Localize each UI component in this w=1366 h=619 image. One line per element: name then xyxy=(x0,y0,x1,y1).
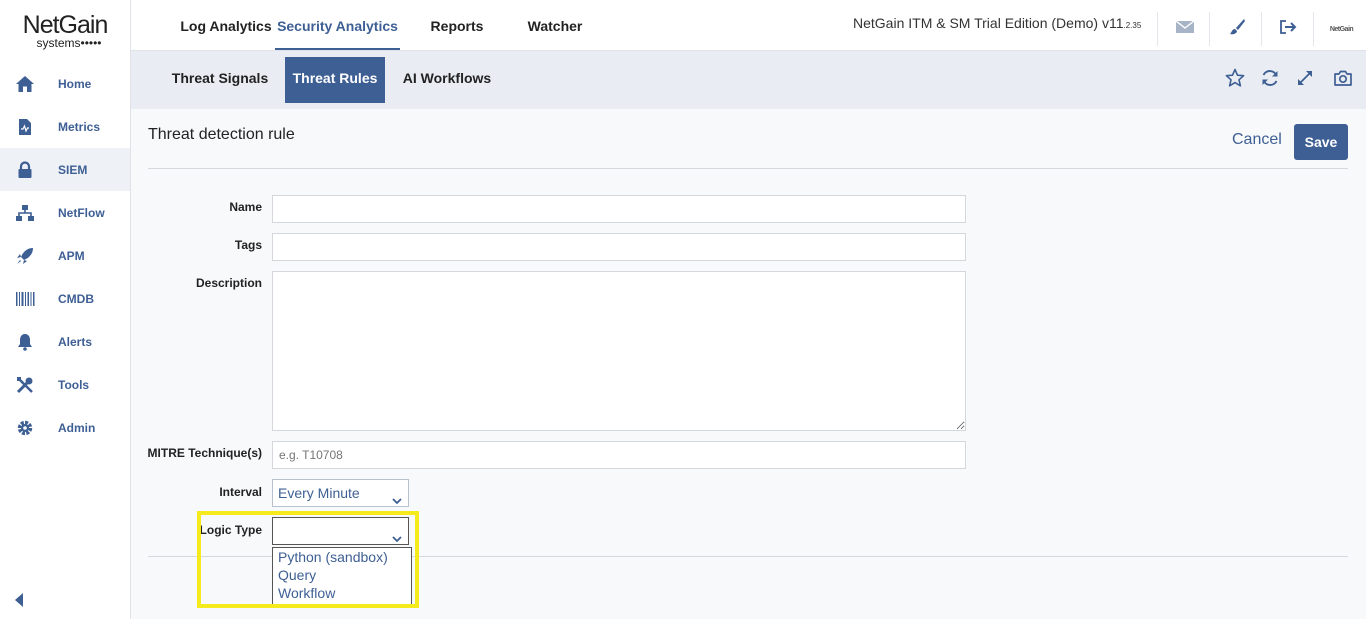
top-navigation: Log Analytics Security Analytics Reports… xyxy=(131,0,1366,51)
logout-icon xyxy=(1279,19,1299,40)
option-query[interactable]: Query xyxy=(273,566,411,584)
sidebar-item-alerts[interactable]: Alerts xyxy=(0,320,130,363)
save-button[interactable]: Save xyxy=(1294,124,1348,160)
tags-input[interactable] xyxy=(272,233,966,261)
home-icon xyxy=(15,74,35,94)
lock-icon xyxy=(15,160,35,180)
mail-button[interactable] xyxy=(1157,12,1211,46)
rocket-icon xyxy=(15,246,35,266)
sidebar-item-siem[interactable]: SIEM xyxy=(0,148,130,191)
refresh-icon xyxy=(1260,68,1280,93)
gear-icon xyxy=(15,418,35,438)
chevron-down-icon xyxy=(392,488,402,505)
collapse-sidebar-icon[interactable] xyxy=(14,593,24,607)
tab-threat-signals[interactable]: Threat Signals xyxy=(161,57,279,103)
logic-type-label: Logic Type xyxy=(199,523,262,537)
interval-value: Every Minute xyxy=(278,485,360,501)
camera-icon xyxy=(1333,69,1353,92)
netgain-logo[interactable]: NetGain systems••••• xyxy=(0,0,130,60)
user-avatar[interactable]: NetGain xyxy=(1313,12,1366,46)
tab-watcher[interactable]: Watcher xyxy=(521,0,589,50)
description-textarea[interactable] xyxy=(272,271,966,431)
interval-select[interactable]: Every Minute xyxy=(272,479,409,507)
sidebar-item-cmdb[interactable]: CMDB xyxy=(0,277,130,320)
cancel-button[interactable]: Cancel xyxy=(1232,131,1282,149)
sidebar-item-label: SIEM xyxy=(58,162,88,177)
logout-button[interactable] xyxy=(1261,12,1315,46)
refresh-button[interactable] xyxy=(1259,69,1281,91)
sidebar-item-label: CMDB xyxy=(58,291,94,306)
logo-main-text: NetGain xyxy=(22,11,109,39)
barcode-icon xyxy=(15,289,35,309)
name-input[interactable] xyxy=(272,195,966,223)
tab-ai-workflows[interactable]: AI Workflows xyxy=(397,57,497,103)
screenshot-button[interactable] xyxy=(1332,69,1354,91)
star-icon xyxy=(1225,68,1245,93)
name-label: Name xyxy=(229,200,262,214)
tags-label: Tags xyxy=(234,238,262,252)
metrics-icon xyxy=(15,117,35,137)
sidebar-item-home[interactable]: Home xyxy=(0,62,130,105)
logic-type-select[interactable] xyxy=(272,517,409,545)
favorite-button[interactable] xyxy=(1224,68,1246,93)
fullscreen-button[interactable] xyxy=(1294,69,1316,91)
bell-icon xyxy=(15,332,35,352)
sub-navigation: Threat Signals Threat Rules AI Workflows xyxy=(131,51,1366,109)
mail-icon xyxy=(1175,19,1195,39)
option-python-sandbox[interactable]: Python (sandbox) xyxy=(273,548,411,566)
sidebar-item-label: Home xyxy=(58,76,92,91)
description-label: Description xyxy=(195,276,262,290)
network-icon xyxy=(15,203,35,223)
sidebar-item-label: Alerts xyxy=(58,334,93,349)
tab-log-analytics[interactable]: Log Analytics xyxy=(161,0,291,50)
chevron-down-icon xyxy=(392,526,402,543)
edition-text: NetGain ITM & SM Trial Edition (Demo) v1… xyxy=(853,15,1124,31)
logic-type-dropdown: Python (sandbox) Query Workflow xyxy=(272,547,412,605)
paintbrush-icon xyxy=(1228,18,1246,41)
sidebar-item-netflow[interactable]: NetFlow xyxy=(0,191,130,234)
version-suffix: .2.35 xyxy=(1123,21,1142,30)
sidebar-nav: Home Metrics SIEM NetFlow APM CMDB Alert… xyxy=(0,62,130,449)
interval-label: Interval xyxy=(219,485,262,499)
rule-editor: Threat detection rule Cancel Save Name T… xyxy=(131,109,1366,619)
theme-button[interactable] xyxy=(1209,12,1263,46)
tab-threat-rules[interactable]: Threat Rules xyxy=(285,57,385,103)
sidebar-item-metrics[interactable]: Metrics xyxy=(0,105,130,148)
tab-reports[interactable]: Reports xyxy=(421,0,493,50)
expand-icon xyxy=(1296,69,1314,92)
sidebar-item-tools[interactable]: Tools xyxy=(0,363,130,406)
sidebar-item-label: APM xyxy=(58,248,85,263)
sidebar: NetGain systems••••• Home Metrics SIEM N… xyxy=(0,0,131,619)
sidebar-item-label: NetFlow xyxy=(58,205,105,220)
logo-sub-text: systems••••• xyxy=(36,36,102,50)
tools-icon xyxy=(15,375,35,395)
tab-security-analytics[interactable]: Security Analytics xyxy=(275,0,400,50)
sidebar-item-label: Metrics xyxy=(58,119,101,134)
mitre-technique-input[interactable] xyxy=(272,441,966,469)
avatar-logo-text: NetGain xyxy=(1329,25,1354,33)
divider xyxy=(148,168,1348,169)
option-workflow[interactable]: Workflow xyxy=(273,584,411,602)
sidebar-item-apm[interactable]: APM xyxy=(0,234,130,277)
sidebar-item-label: Tools xyxy=(58,377,90,392)
mitre-label: MITRE Technique(s) xyxy=(147,446,262,460)
sidebar-item-admin[interactable]: Admin xyxy=(0,406,130,449)
sidebar-item-label: Admin xyxy=(58,420,96,435)
page-title: Threat detection rule xyxy=(148,126,295,143)
edition-label: NetGain ITM & SM Trial Edition (Demo) v1… xyxy=(853,15,1141,31)
